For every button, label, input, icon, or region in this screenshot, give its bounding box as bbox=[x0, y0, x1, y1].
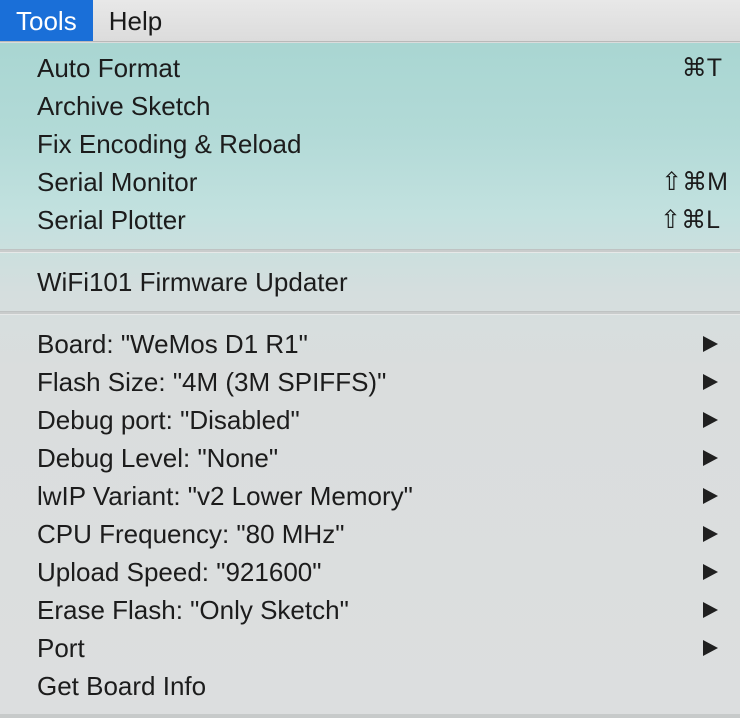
menu-item-label: Port bbox=[37, 633, 85, 663]
submenu-arrow-icon bbox=[703, 412, 718, 428]
submenu-arrow-icon bbox=[703, 374, 718, 390]
menu-item-label: Erase Flash: "Only Sketch" bbox=[37, 595, 349, 625]
menu-item-label: Fix Encoding & Reload bbox=[37, 129, 302, 159]
submenu-arrow-icon bbox=[703, 640, 718, 656]
menu-item-label: WiFi101 Firmware Updater bbox=[37, 267, 348, 297]
menu-item-board[interactable]: Board: "WeMos D1 R1" bbox=[0, 325, 740, 363]
menu-item-label: Debug Level: "None" bbox=[37, 443, 279, 473]
submenu-arrow-icon bbox=[703, 488, 718, 504]
menu-item-debug-port[interactable]: Debug port: "Disabled" bbox=[0, 401, 740, 439]
menu-item-label: Debug port: "Disabled" bbox=[37, 405, 300, 435]
submenu-arrow-icon bbox=[703, 526, 718, 542]
menu-item-serial-monitor[interactable]: Serial Monitor ⇧⌘M bbox=[0, 163, 740, 201]
menu-item-lwip-variant[interactable]: lwIP Variant: "v2 Lower Memory" bbox=[0, 477, 740, 515]
menu-item-label: Serial Plotter bbox=[37, 205, 186, 235]
menu-item-get-board-info[interactable]: Get Board Info bbox=[0, 667, 740, 705]
tools-dropdown-menu: Auto Format ⌘T Archive Sketch Fix Encodi… bbox=[0, 43, 740, 718]
menu-item-label: CPU Frequency: "80 MHz" bbox=[37, 519, 345, 549]
menu-item-label: Archive Sketch bbox=[37, 91, 211, 121]
menu-item-label: Board: "WeMos D1 R1" bbox=[37, 329, 308, 359]
menu-bar: Tools Help bbox=[0, 0, 740, 42]
menu-item-upload-speed[interactable]: Upload Speed: "921600" bbox=[0, 553, 740, 591]
submenu-arrow-icon bbox=[703, 336, 718, 352]
submenu-arrow-icon bbox=[703, 602, 718, 618]
submenu-arrow-icon bbox=[703, 564, 718, 580]
menu-item-fix-encoding-reload[interactable]: Fix Encoding & Reload bbox=[0, 125, 740, 163]
menu-item-auto-format[interactable]: Auto Format ⌘T bbox=[0, 49, 740, 87]
menu-item-label: lwIP Variant: "v2 Lower Memory" bbox=[37, 481, 413, 511]
shortcut-label: ⌘T bbox=[681, 54, 722, 82]
menu-separator bbox=[0, 311, 740, 315]
menu-item-port[interactable]: Port bbox=[0, 629, 740, 667]
menu-item-archive-sketch[interactable]: Archive Sketch bbox=[0, 87, 740, 125]
menu-item-label: Upload Speed: "921600" bbox=[37, 557, 322, 587]
menu-item-label: Serial Monitor bbox=[37, 167, 198, 197]
menu-item-erase-flash[interactable]: Erase Flash: "Only Sketch" bbox=[0, 591, 740, 629]
shortcut-label: ⇧⌘L bbox=[660, 206, 720, 234]
menu-item-label: Flash Size: "4M (3M SPIFFS)" bbox=[37, 367, 387, 397]
menu-item-label: Auto Format bbox=[37, 53, 181, 83]
menubar-tools[interactable]: Tools bbox=[0, 0, 93, 41]
menubar-help[interactable]: Help bbox=[93, 0, 178, 41]
menu-item-cpu-frequency[interactable]: CPU Frequency: "80 MHz" bbox=[0, 515, 740, 553]
menu-item-serial-plotter[interactable]: Serial Plotter ⇧⌘L bbox=[0, 201, 740, 239]
menu-item-debug-level[interactable]: Debug Level: "None" bbox=[0, 439, 740, 477]
menu-separator bbox=[0, 249, 740, 253]
shortcut-label: ⇧⌘M bbox=[661, 168, 728, 196]
submenu-arrow-icon bbox=[703, 450, 718, 466]
menu-item-flash-size[interactable]: Flash Size: "4M (3M SPIFFS)" bbox=[0, 363, 740, 401]
menu-item-wifi101-firmware-updater[interactable]: WiFi101 Firmware Updater bbox=[0, 263, 740, 301]
menu-item-label: Get Board Info bbox=[37, 671, 207, 701]
menu-bottom-edge bbox=[0, 714, 740, 718]
